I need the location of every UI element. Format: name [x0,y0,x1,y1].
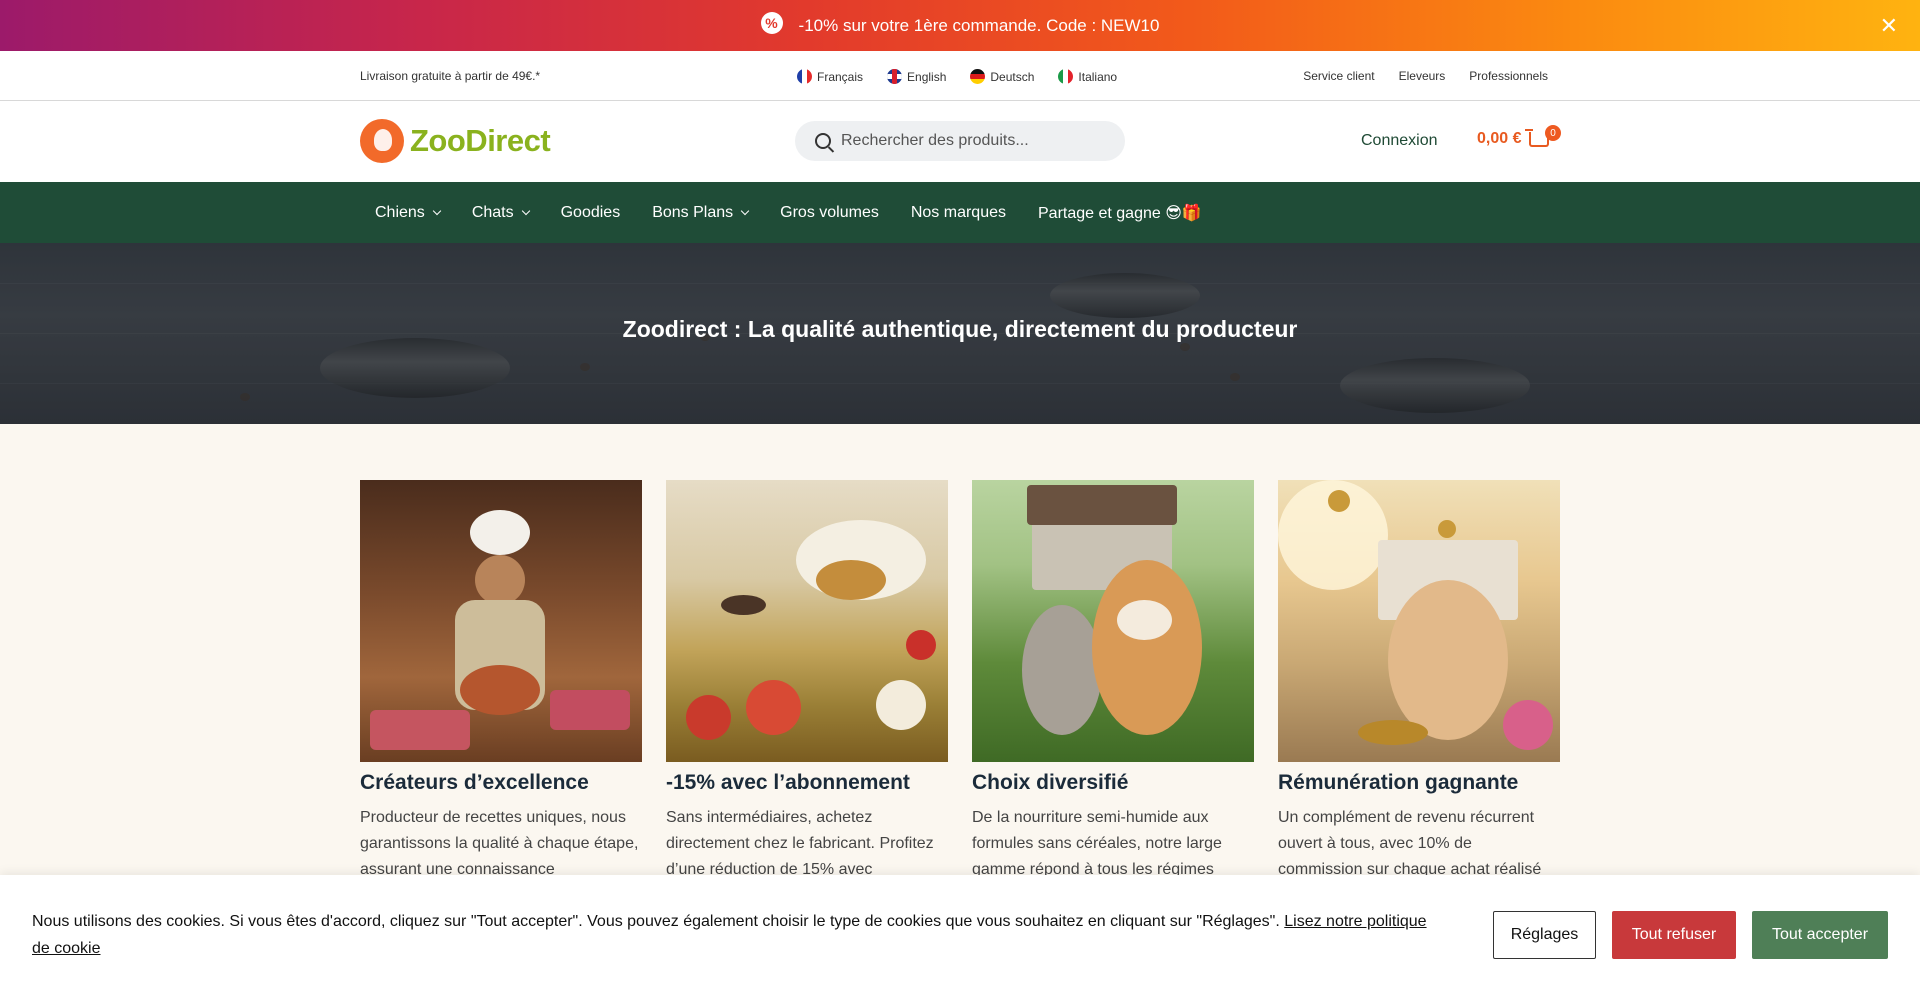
chevron-down-icon [521,206,530,215]
feature-text: Un complément de revenu récurrent ouvert… [1278,809,1542,878]
chef-cooking-image [360,480,642,762]
cookie-refuse-button[interactable]: Tout refuser [1612,911,1736,959]
cookie-message: Nous utilisons des cookies. Si vous êtes… [32,908,1432,962]
germany-flag-icon [970,69,986,84]
shipping-info: Livraison gratuite à partir de 49€.* [360,69,541,83]
feature-title: -15% avec l’abonnement [666,771,910,794]
search-input[interactable] [841,132,1101,150]
percent-badge-icon: % [760,11,783,34]
feature-title: Créateurs d’excellence [360,771,589,794]
feature-card: Créateurs d’excellence Producteur de rec… [360,480,642,883]
nav-label: Partage et gagne 😎🎁 [1038,204,1202,222]
uk-flag-icon [887,69,903,84]
nav-item-gros-volumes[interactable]: Gros volumes [780,204,879,222]
flower [876,680,926,730]
dog-cat-jumping-image [666,480,948,762]
cat-with-money-image [1278,480,1560,762]
close-icon[interactable]: ✕ [1880,14,1898,37]
france-flag-icon [797,69,812,84]
main-nav: Chiens Chats Goodies Bons Plans Gros vol… [0,182,1920,243]
nav-label: Goodies [560,203,621,221]
utility-bar: Livraison gratuite à partir de 49€.* Fra… [0,51,1920,101]
chef-face [475,555,525,605]
cat-and-dog-image [972,480,1254,762]
cat [1388,580,1508,740]
login-link[interactable]: Connexion [1361,132,1438,150]
coin [1328,490,1350,512]
link-service-client[interactable]: Service client [1303,69,1374,83]
nav-item-chats[interactable]: Chats [471,203,530,222]
chevron-down-icon [740,206,750,215]
language-label: English [907,69,947,84]
nav-item-bons-plans[interactable]: Bons Plans [652,203,750,222]
nav-label: Bons Plans [652,203,734,221]
logo[interactable]: ZooDirect [360,119,551,163]
language-en[interactable]: English [887,69,946,84]
cookie-text: Nous utilisons des cookies. Si vous êtes… [32,913,1285,930]
flower [746,680,801,735]
meat-board [370,710,470,750]
utility-links: Service client Eleveurs Professionnels [1303,69,1548,83]
nav-label: Gros volumes [780,203,879,221]
link-professionnels[interactable]: Professionnels [1469,69,1548,83]
cart-button[interactable]: 0,00 € 0 [1477,125,1561,148]
cookie-accept-button[interactable]: Tout accepter [1752,911,1888,959]
logo-mark-icon [360,119,404,163]
search-icon[interactable] [815,133,831,149]
nav-label: Chats [471,203,514,221]
hero-banner: Zoodirect : La qualité authentique, dire… [0,243,1920,424]
coin-pile [1358,720,1428,745]
flower [686,695,731,740]
nav-item-chiens[interactable]: Chiens [375,203,442,222]
chef-hat [470,510,530,555]
feature-title: Choix diversifié [972,771,1129,794]
cat [1022,605,1102,735]
language-it[interactable]: Italiano [1058,69,1117,84]
dog [1092,560,1202,735]
feature-text: Sans intermédiaires, achetez directement… [666,809,934,878]
language-label: Deutsch [990,69,1035,84]
nav-label: Nos marques [910,203,1006,221]
nav-item-goodies[interactable]: Goodies [561,204,621,222]
copper-pot [460,665,540,715]
promo-bar: % -10% sur votre 1ère commande. Code : N… [0,0,1920,51]
nav-item-nos-marques[interactable]: Nos marques [911,204,1006,222]
nav-item-partage-et-gagne[interactable]: Partage et gagne 😎🎁 [1038,203,1202,223]
site-header: ZooDirect Connexion 0,00 € 0 [0,101,1920,182]
promo-text: -10% sur votre 1ère commande. Code : NEW… [798,15,1160,35]
roof [1027,485,1177,525]
cat [721,595,766,615]
towel [550,690,630,730]
dog [816,560,886,600]
cookie-banner: Nous utilisons des cookies. Si vous êtes… [0,875,1920,993]
language-label: Italiano [1078,69,1118,84]
flower [906,630,936,660]
feature-card: Rémunération gagnante Un complément de r… [1278,480,1560,883]
feature-text: De la nourriture semi-humide aux formule… [972,809,1222,878]
features-grid: Créateurs d’excellence Producteur de rec… [360,480,1560,883]
language-de[interactable]: Deutsch [970,69,1034,84]
logo-text: ZooDirect [410,123,551,158]
feature-title: Rémunération gagnante [1278,771,1519,794]
hero-title: Zoodirect : La qualité authentique, dire… [622,316,1298,342]
link-eleveurs[interactable]: Eleveurs [1399,69,1446,83]
language-fr[interactable]: Français [797,69,863,84]
cart-total: 0,00 € [1477,130,1522,147]
italy-flag-icon [1058,69,1074,84]
feature-card: Choix diversifié De la nourriture semi-h… [972,480,1254,883]
search-bar [795,121,1125,161]
coin [1438,520,1456,538]
dog-face [1117,600,1172,640]
nav-label: Chiens [375,203,425,221]
language-label: Français [817,69,864,84]
chevron-down-icon [432,206,442,215]
feature-card: -15% avec l’abonnement Sans intermédiair… [666,480,948,883]
language-switcher: Français English Deutsch Italiano [797,69,1117,84]
cookie-settings-button[interactable]: Réglages [1493,911,1596,959]
flowers [1503,700,1553,750]
cookie-actions: Réglages Tout refuser Tout accepter [1493,911,1888,959]
cart-count-badge: 0 [1545,125,1561,141]
feature-text: Producteur de recettes uniques, nous gar… [360,809,639,878]
